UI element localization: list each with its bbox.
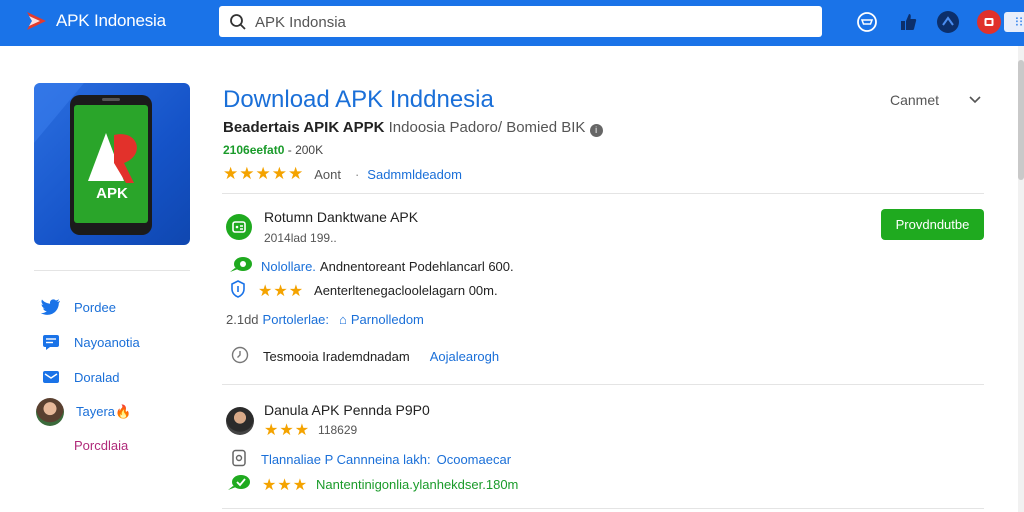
developer-name[interactable]: Beadertais APIK APPK (223, 119, 384, 136)
sidebar-item-label: Nayoanotia (74, 334, 140, 350)
section2-line1-label[interactable]: Tlannaliae P Cannneina lakh: (261, 452, 431, 467)
profile-icon[interactable] (936, 10, 960, 34)
sidebar-divider (34, 270, 190, 271)
info-icon[interactable]: i (589, 124, 603, 137)
lock-icon: ⌂ (339, 312, 347, 327)
section2-line2-stars: ★★★ (262, 476, 309, 494)
section2-line2-text: Nantentinigonlia.ylanhekdser.180m (316, 477, 519, 492)
section2-stars-text: 118629 (318, 423, 358, 437)
size-separator: - (287, 143, 296, 157)
app-meta: 2106eefat0 - 200K (223, 143, 323, 157)
size-text: 200K (295, 143, 324, 157)
download-button[interactable]: Provdndutbe (881, 209, 984, 240)
app-icon-label: APK (96, 185, 128, 202)
section1-line2: ★★★ Aenterltenegacloolelagarn 00m. (230, 280, 498, 301)
reviews-link[interactable]: Sadmmldeadom (367, 167, 462, 182)
section1-title: Rotumn Danktwane APK (264, 209, 419, 225)
search-bar[interactable]: ⁝⁝ (219, 6, 1024, 37)
search-input[interactable] (255, 11, 755, 33)
section1-line1: Nolollare. Andnentoreant Podehlancarl 60… (229, 256, 514, 277)
chevron-down-icon[interactable] (968, 93, 982, 110)
separator-dot: · (354, 166, 360, 182)
thumbs-up-icon[interactable] (896, 10, 920, 34)
line2-stars: ★★★ (258, 282, 305, 300)
line1-label[interactable]: Nolollare. (261, 259, 316, 274)
sidebar-item-twitter[interactable]: Pordee (40, 296, 116, 318)
line1-text: Andnentoreant Podehlancarl 600. (319, 259, 514, 274)
section1-header: Rotumn Danktwane APK 2014lad 199.. (226, 209, 418, 245)
avatar (36, 398, 64, 426)
sidebar-item-profile[interactable]: Tayera🔥 (36, 398, 131, 426)
mail-icon (40, 366, 62, 388)
brand-name: APK Indonesia (56, 11, 166, 30)
section2-line2: ★★★ Nantentinigonlia.ylanhekdser.180m (228, 474, 518, 495)
sidebar-item-mail[interactable]: Doralad (40, 366, 120, 388)
rating-row: ★★★★★ Aont · Sadmmldeadom (223, 164, 462, 184)
section2-title: Danula APK Pennda P9P0 (264, 402, 430, 418)
rating-stars: ★★★★★ (223, 164, 305, 183)
line3-prefix: 2.1dd (226, 312, 259, 327)
section2-line1: Tlannaliae P Cannneina lakh: Ocoomaecar (231, 449, 511, 470)
version-text: 2106eefat0 (223, 143, 285, 157)
search-options-label: ⁝⁝ (1014, 14, 1024, 29)
line3-link[interactable]: Parnolledom (351, 312, 424, 327)
brand[interactable]: APK Indonesia (24, 8, 166, 34)
store-icon[interactable] (855, 10, 879, 34)
developer-line: Beadertais APIK APPK Indoosia Padoro/ Bo… (223, 119, 603, 137)
section2-line1-link[interactable]: Ocoomaecar (437, 452, 511, 467)
clock-icon (231, 346, 249, 367)
line2-text: Aenterltenegacloolelagarn 00m. (314, 283, 498, 298)
developer-avatar (226, 407, 254, 435)
header-divider (222, 193, 984, 194)
rating-text: Aont (314, 166, 341, 182)
section1-line4: Tesmooia Irademdnadam Aojalearogh (231, 346, 499, 367)
notification-icon[interactable] (977, 10, 1001, 34)
document-icon (231, 449, 247, 470)
download-button-label: Provdndutbe (895, 217, 970, 232)
line4-text: Tesmooia Irademdnadam (263, 349, 410, 364)
bottom-divider (222, 508, 984, 509)
page-title: Download APK Inddnesia (223, 86, 494, 113)
chat-icon (229, 256, 253, 277)
top-app-bar: APK Indonesia ⁝⁝ (0, 0, 1024, 46)
phone-app-icon: APK (34, 83, 152, 235)
shield-icon (230, 280, 246, 301)
sidebar-item-label: Pordee (74, 299, 116, 315)
section2-stars: ★★★ (264, 422, 311, 439)
android-download-icon (226, 214, 252, 240)
section1-line3: 2.1dd Portolerlae: ⌂ Parnolledom (226, 312, 424, 327)
search-icon (230, 14, 246, 30)
sidebar-item-messages[interactable]: Nayoanotia (40, 331, 140, 353)
section1-subtitle: 2014lad 199.. (264, 231, 337, 245)
message-icon (40, 331, 62, 353)
sidebar-item-label: Doralad (74, 369, 120, 385)
sidebar-item-label: Tayera🔥 (76, 404, 131, 420)
search-options-button[interactable]: ⁝⁝ (1004, 12, 1024, 32)
cancel-button[interactable]: Canmet (890, 92, 939, 108)
twitter-bird-icon (40, 296, 62, 318)
line4-link[interactable]: Aojalearogh (430, 349, 499, 364)
sidebar-extra-link[interactable]: Porcdlaia (74, 438, 128, 453)
apk-logo-icon (27, 12, 46, 30)
sidebar-profile-name: Tayera (76, 404, 116, 419)
fire-icon: 🔥 (115, 404, 132, 419)
chat-icon (228, 474, 252, 495)
section2-header: Danula APK Pennda P9P0 ★★★ 118629 (226, 402, 430, 440)
section-divider (222, 384, 984, 385)
developer-info: Indoosia Padoro/ Bomied BIK (388, 119, 586, 136)
line3-label[interactable]: Portolerlae: (263, 312, 329, 327)
app-icon-large: APK (34, 83, 190, 245)
scrollbar-thumb[interactable] (1018, 60, 1024, 180)
